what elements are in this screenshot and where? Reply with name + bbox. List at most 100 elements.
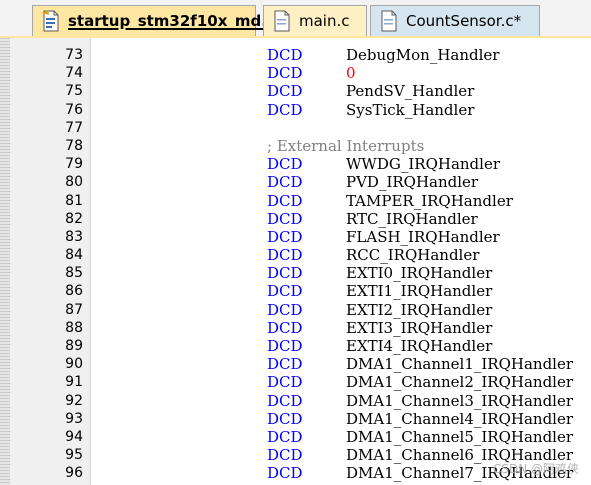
- line-number: 82: [65, 210, 83, 227]
- line-number: 83: [65, 228, 83, 245]
- line-number: 88: [65, 319, 83, 336]
- code-line[interactable]: 91 DCD DMA1_Channel2_IRQHandler: [0, 373, 591, 391]
- keyword: DCD: [267, 209, 303, 228]
- code-line[interactable]: 88 DCD EXTI3_IRQHandler: [0, 319, 591, 337]
- line-number: 95: [65, 447, 83, 464]
- code-line[interactable]: 83 DCD FLASH_IRQHandler: [0, 228, 591, 246]
- handler-name: EXTI0_IRQHandler: [346, 264, 493, 283]
- keyword: DCD: [267, 282, 303, 301]
- code-comment: ; External Interrupts: [267, 136, 425, 155]
- handler-name: SysTick_Handler: [346, 100, 475, 119]
- tab-main-label: main.c: [299, 12, 350, 30]
- handler-name: PVD_IRQHandler: [346, 173, 479, 192]
- keyword: DCD: [267, 173, 303, 192]
- tab-startup-file[interactable]: startup_stm32f10x_md.s: [32, 5, 276, 36]
- line-number: 85: [65, 265, 83, 282]
- line-number: 77: [65, 119, 83, 136]
- code-line[interactable]: 86 DCD EXTI1_IRQHandler: [0, 282, 591, 300]
- code-line[interactable]: 84 DCD RCC_IRQHandler: [0, 246, 591, 264]
- code-line[interactable]: 89 DCD EXTI4_IRQHandler: [0, 337, 591, 355]
- handler-name: DMA1_Channel4_IRQHandler: [346, 409, 574, 428]
- keyword: DCD: [267, 427, 303, 446]
- keyword: DCD: [267, 155, 303, 174]
- code-line[interactable]: 85 DCD EXTI0_IRQHandler: [0, 264, 591, 282]
- line-number: 78: [65, 137, 83, 154]
- handler-name: EXTI2_IRQHandler: [346, 300, 493, 319]
- line-number: 92: [65, 392, 83, 409]
- code-line[interactable]: 94 DCD DMA1_Channel5_IRQHandler: [0, 428, 591, 446]
- watermark: CSDN @阿鸡侠: [492, 462, 579, 476]
- handler-name: DMA1_Channel3_IRQHandler: [346, 391, 574, 410]
- keyword: DCD: [267, 264, 303, 283]
- code-line[interactable]: 73 DCD DebugMon_Handler: [0, 46, 591, 64]
- code-line[interactable]: 79 DCD WWDG_IRQHandler: [0, 155, 591, 173]
- handler-name: WWDG_IRQHandler: [346, 155, 500, 174]
- line-number: 90: [65, 356, 83, 373]
- code-line[interactable]: 74 DCD 0: [0, 64, 591, 82]
- line-number: 91: [65, 374, 83, 391]
- keyword: DCD: [267, 64, 303, 83]
- handler-name: DebugMon_Handler: [346, 46, 500, 64]
- code-line[interactable]: 92 DCD DMA1_Channel3_IRQHandler: [0, 392, 591, 410]
- code-line[interactable]: 78 ; External Interrupts: [0, 137, 591, 155]
- line-number: 87: [65, 301, 83, 318]
- handler-name: DMA1_Channel1_IRQHandler: [346, 355, 574, 374]
- handler-name: PendSV_Handler: [346, 82, 475, 101]
- tab-main-c[interactable]: main.c: [263, 5, 367, 36]
- line-number: 79: [65, 156, 83, 173]
- line-number: 74: [65, 65, 83, 82]
- code-line[interactable]: 90 DCD DMA1_Channel1_IRQHandler: [0, 355, 591, 373]
- handler-name: EXTI1_IRQHandler: [346, 282, 493, 301]
- tab-countsensor-c[interactable]: CountSensor.c*: [370, 5, 540, 36]
- code-line[interactable]: 93 DCD DMA1_Channel4_IRQHandler: [0, 410, 591, 428]
- line-number: 96: [65, 465, 83, 482]
- code-line[interactable]: 75 DCD PendSV_Handler: [0, 82, 591, 100]
- line-number: 93: [65, 410, 83, 427]
- handler-name: RCC_IRQHandler: [346, 246, 480, 265]
- keyword: DCD: [267, 391, 303, 410]
- keyword: DCD: [267, 191, 303, 210]
- handler-name: DMA1_Channel5_IRQHandler: [346, 427, 574, 446]
- code-line[interactable]: 77: [0, 119, 591, 137]
- keyword: DCD: [267, 318, 303, 337]
- line-number: 73: [65, 47, 83, 63]
- tab-startup-label: startup_stm32f10x_md.s: [68, 12, 276, 30]
- line-number: 80: [65, 174, 83, 191]
- code-lines: 73 DCD DebugMon_Handler 74 DCD 0 75 DCD PendSV…: [0, 46, 591, 483]
- handler-name: DMA1_Channel2_IRQHandler: [346, 373, 574, 392]
- handler-name: EXTI4_IRQHandler: [346, 337, 493, 355]
- handler-name: TAMPER_IRQHandler: [346, 191, 513, 210]
- keyword: DCD: [267, 355, 303, 374]
- keyword: DCD: [267, 373, 303, 392]
- number-literal: 0: [346, 64, 356, 83]
- keyword: DCD: [267, 227, 303, 246]
- line-number: 76: [65, 101, 83, 118]
- line-number: 81: [65, 192, 83, 209]
- code-editor[interactable]: 73 DCD DebugMon_Handler 74 DCD 0 75 DCD PendSV…: [0, 38, 591, 485]
- tab-countsensor-label: CountSensor.c*: [406, 12, 522, 30]
- handler-name: RTC_IRQHandler: [346, 209, 478, 228]
- keyword: DCD: [267, 246, 303, 265]
- line-number: 75: [65, 83, 83, 100]
- line-number: 84: [65, 247, 83, 264]
- keyword: DCD: [267, 337, 303, 355]
- keyword: DCD: [267, 300, 303, 319]
- c-file-icon: [381, 10, 397, 32]
- handler-name: FLASH_IRQHandler: [346, 227, 500, 246]
- keyword: DCD: [267, 464, 303, 483]
- line-number: 94: [65, 428, 83, 445]
- asm-file-icon: [42, 10, 59, 32]
- keyword: DCD: [267, 446, 303, 465]
- c-file-icon: [274, 10, 290, 32]
- line-number: 89: [65, 338, 83, 354]
- keyword: DCD: [267, 82, 303, 101]
- editor-tab-bar: startup_stm32f10x_md.s main.c CountSenso…: [0, 0, 591, 38]
- handler-name: EXTI3_IRQHandler: [346, 318, 493, 337]
- code-line[interactable]: 80 DCD PVD_IRQHandler: [0, 173, 591, 191]
- code-line[interactable]: 87 DCD EXTI2_IRQHandler: [0, 301, 591, 319]
- keyword: DCD: [267, 100, 303, 119]
- code-line[interactable]: 81 DCD TAMPER_IRQHandler: [0, 192, 591, 210]
- keyword: DCD: [267, 409, 303, 428]
- code-line[interactable]: 82 DCD RTC_IRQHandler: [0, 210, 591, 228]
- code-line[interactable]: 76 DCD SysTick_Handler: [0, 101, 591, 119]
